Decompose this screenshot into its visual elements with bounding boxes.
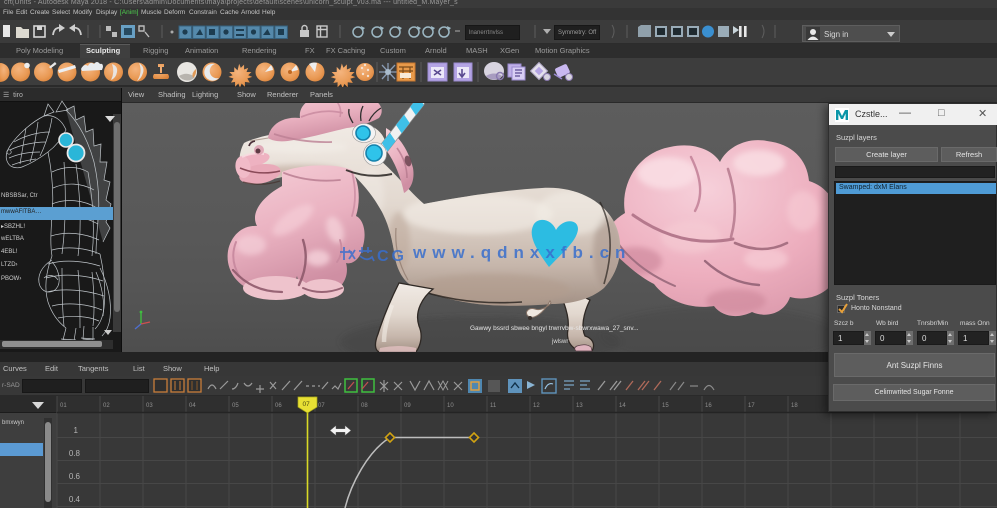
svg-text:10: 10 xyxy=(447,403,454,409)
svg-text:07: 07 xyxy=(318,403,325,409)
svg-text:18: 18 xyxy=(791,403,798,409)
svg-text:02: 02 xyxy=(103,403,110,409)
svg-text:07: 07 xyxy=(303,401,311,408)
svg-text:14: 14 xyxy=(619,403,626,409)
svg-text:08: 08 xyxy=(361,403,368,409)
svg-text:1: 1 xyxy=(74,426,79,435)
svg-text:0.4: 0.4 xyxy=(69,495,81,504)
svg-text:03: 03 xyxy=(146,403,153,409)
svg-text:01: 01 xyxy=(60,403,67,409)
svg-text:0.6: 0.6 xyxy=(69,472,81,481)
svg-text:16: 16 xyxy=(705,403,712,409)
svg-text:06: 06 xyxy=(275,403,282,409)
svg-text:CG: CG xyxy=(377,248,407,265)
svg-text:15: 15 xyxy=(662,403,669,409)
svg-text:09: 09 xyxy=(404,403,411,409)
svg-text:13: 13 xyxy=(576,403,583,409)
svg-text:0.8: 0.8 xyxy=(69,449,81,458)
svg-text:11: 11 xyxy=(490,403,497,409)
svg-text:04: 04 xyxy=(189,403,196,409)
svg-text:12: 12 xyxy=(533,403,540,409)
svg-text:17: 17 xyxy=(748,403,755,409)
svg-text:05: 05 xyxy=(232,403,239,409)
